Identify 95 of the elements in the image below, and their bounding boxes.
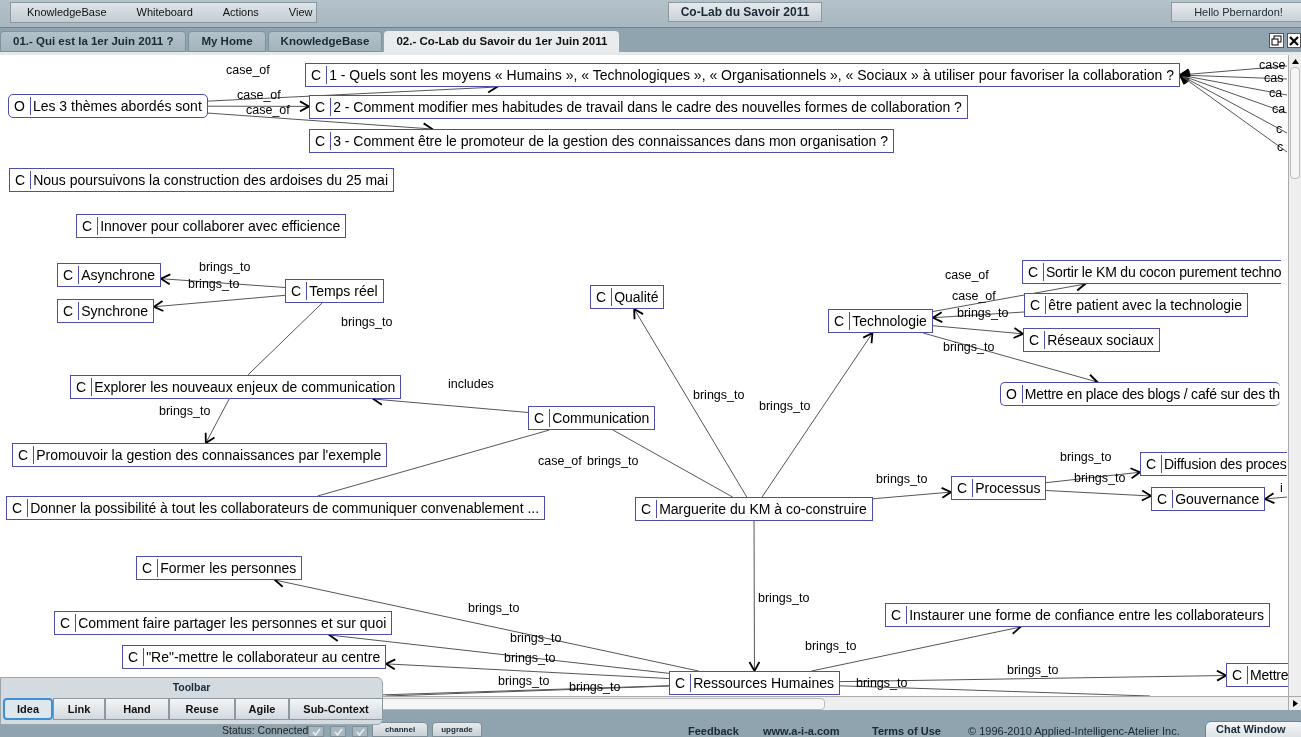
concept-node[interactable]: C Réseaux sociaux: [1023, 328, 1160, 352]
greeting-button[interactable]: Hello Pbernardon!: [1171, 2, 1301, 22]
copyright-text: © 1996-2010 Applied-Intelligenc-Atelier Inc.: [968, 725, 1180, 737]
concept-node[interactable]: O Mettre en place des blogs / café sur des th: [1000, 382, 1280, 406]
link-label: case_of: [952, 289, 996, 303]
concept-node[interactable]: C Technologie: [828, 309, 933, 333]
concept-node[interactable]: C 2 - Comment modifier mes habitudes de travail dans le cadre des nouvelles formes de collaboration ?: [309, 95, 968, 119]
checkbox[interactable]: [308, 726, 324, 737]
footer-link[interactable]: Feedback: [688, 725, 739, 737]
tab[interactable]: My Home: [188, 31, 266, 52]
tab[interactable]: KnowledgeBase: [267, 31, 383, 52]
concept-node[interactable]: C Processus: [951, 476, 1047, 500]
tool-button[interactable]: Hand: [105, 698, 169, 720]
link-label: case_of: [538, 454, 582, 468]
link-label: case_of: [246, 103, 290, 117]
link-label: case_of: [237, 88, 281, 102]
toolbar-title: Toolbar: [172, 681, 211, 694]
link-label: brings_to: [957, 306, 1009, 320]
tab[interactable]: 02.- Co-Lab du Savoir du 1er Juin 2011: [384, 31, 620, 52]
link-label: i: [1280, 481, 1283, 495]
concept-node[interactable]: C Marguerite du KM à co-construire: [635, 497, 873, 521]
concept-node[interactable]: O Les 3 thèmes abordés sont: [8, 94, 208, 118]
link-label: case: [1259, 58, 1286, 72]
link-label: ca: [1269, 86, 1283, 100]
concept-node[interactable]: C Former les personnes: [136, 556, 303, 580]
scrollbar-thumb[interactable]: [1290, 67, 1300, 179]
menu-item[interactable]: KnowledgeBase: [27, 4, 107, 21]
link-label: brings_to: [498, 674, 550, 688]
concept-node[interactable]: C Asynchrone: [57, 263, 162, 287]
link-label: case_of: [226, 63, 270, 77]
link-label: brings_to: [199, 260, 251, 274]
tab[interactable]: 01.- Qui est la 1er Juin 2011 ?: [0, 31, 187, 52]
link-label: includes: [448, 377, 494, 391]
tool-button[interactable]: Link: [53, 698, 105, 720]
concept-node[interactable]: C être patient avec la technologie: [1024, 293, 1248, 317]
concept-node[interactable]: C Explorer les nouveaux enjeux de communication: [70, 375, 402, 399]
concept-node[interactable]: C Diffusion des proces: [1140, 452, 1287, 476]
link-label: brings_to: [693, 388, 745, 402]
link-label: brings_to: [468, 601, 520, 615]
menu-item[interactable]: Actions: [222, 4, 259, 21]
link-label: cas: [1264, 71, 1284, 85]
checkbox[interactable]: [352, 726, 368, 737]
concept-node[interactable]: C Communication: [528, 406, 656, 430]
concept-node[interactable]: C "Re"-mettre le collaborateur au centre: [122, 645, 387, 669]
tool-button[interactable]: Reuse: [169, 698, 235, 720]
link-label: brings_to: [759, 399, 811, 413]
link-label: brings_to: [805, 639, 857, 653]
link-label: brings_to: [758, 591, 810, 605]
tool-button[interactable]: Agile: [235, 698, 289, 720]
concept-node[interactable]: C Mettre: [1226, 663, 1289, 687]
link-label: brings_to: [876, 472, 928, 486]
status-text: Status: Connected: [222, 724, 309, 737]
concept-node[interactable]: C Qualité: [590, 285, 665, 309]
concept-node[interactable]: C Sortir le KM du cocon purement techno: [1022, 260, 1282, 284]
link-label: brings_to: [1007, 663, 1059, 677]
link-label: brings_to: [1074, 471, 1126, 485]
link-label: c: [1276, 122, 1283, 136]
link-label: brings_to: [341, 315, 393, 329]
concept-node[interactable]: C Synchrone: [57, 299, 155, 323]
concept-node[interactable]: C Promouvoir la gestion des connaissances par l'exemple: [12, 443, 388, 467]
concept-node[interactable]: C Comment faire partager les personnes et sur quoi: [54, 611, 393, 635]
link-label: brings_to: [159, 404, 211, 418]
chat-window-tab[interactable]: Chat Window: [1205, 721, 1301, 737]
tool-button[interactable]: Idea: [3, 698, 53, 720]
concept-node[interactable]: C Innover pour collaborer avec efficience: [76, 214, 347, 238]
link-label: c: [1277, 140, 1284, 154]
link-label: case_of: [945, 268, 989, 282]
footer-link[interactable]: www.a-i-a.com: [763, 725, 840, 737]
link-label: brings_to: [587, 454, 639, 468]
link-label: brings_to: [188, 277, 240, 291]
concept-node[interactable]: C Ressources Humaines: [669, 671, 840, 695]
up-arrow-icon[interactable]: [1291, 58, 1299, 64]
link-label: brings_to: [1060, 450, 1112, 464]
footer-link[interactable]: Terms of Use: [872, 725, 941, 737]
concept-node[interactable]: C 3 - Comment être le promoteur de la gestion des connaissances dans mon organisation ?: [309, 129, 894, 153]
status-button[interactable]: upgrade: [432, 722, 482, 737]
link-label: ca: [1272, 102, 1286, 116]
vertical-scrollbar[interactable]: [1288, 55, 1301, 696]
menu-item[interactable]: Whiteboard: [136, 4, 193, 21]
tool-button[interactable]: Sub-Context: [289, 698, 383, 720]
status-button[interactable]: channel: [372, 722, 428, 737]
close-icon[interactable]: [1287, 33, 1301, 48]
concept-node[interactable]: C Temps réel: [285, 279, 384, 303]
menu-item[interactable]: View: [288, 4, 313, 21]
link-label: brings_to: [856, 676, 908, 690]
concept-node[interactable]: C Donner la possibilité à tout les collaborateurs de communiquer convenablement ...: [6, 496, 546, 520]
concept-node[interactable]: C Nous poursuivons la construction des ardoises du 25 mai: [9, 168, 394, 192]
checkbox[interactable]: [330, 726, 346, 737]
workspace-title-button[interactable]: Co-Lab du Savoir 2011: [668, 2, 822, 22]
link-label: brings_to: [504, 651, 556, 665]
restore-icon[interactable]: [1269, 33, 1284, 48]
concept-node[interactable]: C Instaurer une forme de confiance entre les collaborateurs: [885, 603, 1270, 627]
concept-node[interactable]: C Gouvernance: [1151, 487, 1266, 511]
right-arrow-icon[interactable]: [1292, 700, 1298, 707]
concept-node[interactable]: C 1 - Quels sont les moyens « Humains », « Technologiques », « Organisationnels », « Sociaux » à utiliser pour favoriser la collaboration ?: [305, 63, 1180, 87]
